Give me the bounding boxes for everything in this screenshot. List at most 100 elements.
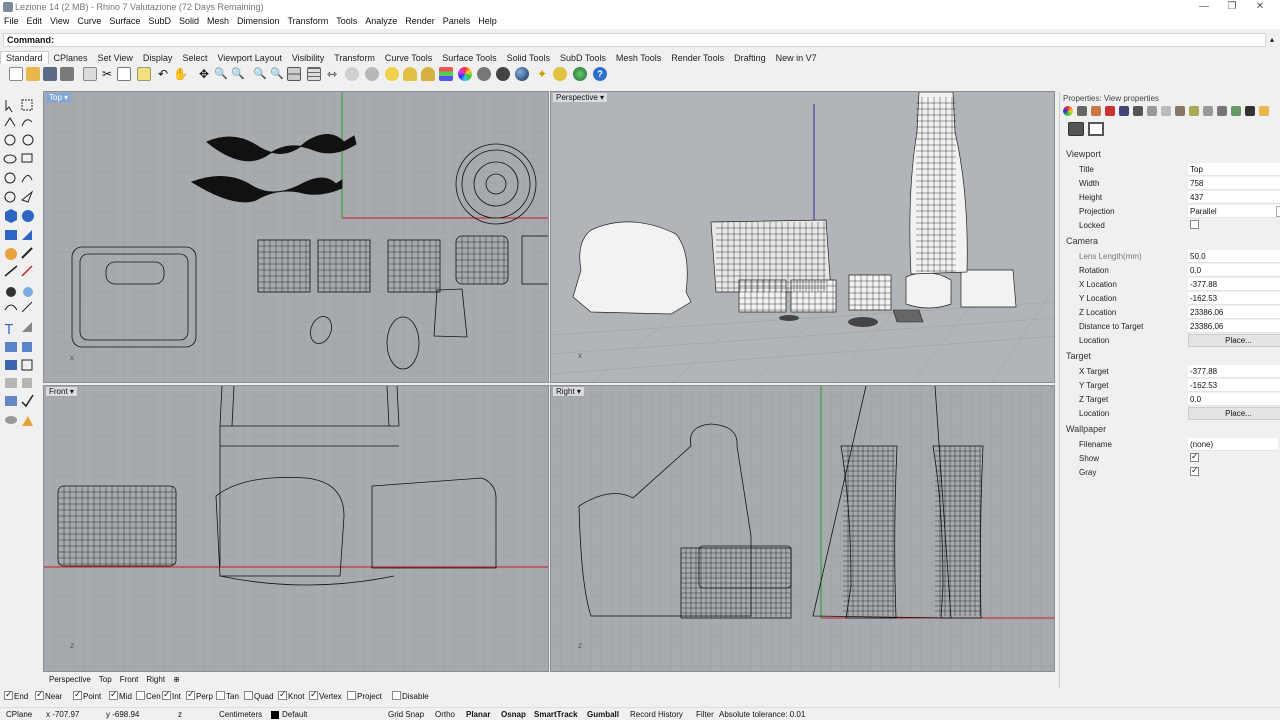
tab-set-view[interactable]: Set View [93,52,138,64]
height-field[interactable]: 437 [1188,191,1280,204]
status-osnap[interactable]: Osnap [501,710,526,719]
copy-icon[interactable] [117,67,131,81]
vptab-perspective[interactable]: Perspective [45,675,95,684]
lights-icon[interactable] [1175,106,1185,116]
locked-checkbox[interactable] [1190,220,1199,229]
status-gumball[interactable]: Gumball [587,710,619,719]
tab-viewport-layout[interactable]: Viewport Layout [212,52,286,64]
menu-help[interactable]: Help [474,15,501,26]
osnap-near[interactable]: Near [35,689,62,701]
tab-standard[interactable]: Standard [0,51,49,64]
print-icon[interactable] [60,67,74,81]
layers-icon[interactable] [1077,106,1087,116]
osnap-int[interactable]: Int [162,689,181,701]
named-cplanes-icon[interactable] [1217,106,1227,116]
menu-dimension[interactable]: Dimension [233,15,284,26]
hide-icon[interactable] [365,67,379,81]
projection-select[interactable]: Parallel [1188,205,1280,218]
status-smarttrack[interactable]: SmartTrack [534,710,578,719]
status-units[interactable]: Centimeters [219,710,262,719]
x-target-field[interactable]: -377.88 [1188,365,1280,378]
close-button[interactable]: ✕ [1246,0,1274,15]
materials-icon[interactable] [1105,106,1115,116]
vptab-top[interactable]: Top [95,675,116,684]
rotate-view-icon[interactable]: ✥ [197,67,211,81]
material-icon[interactable] [458,67,472,81]
tab-drafting[interactable]: Drafting [729,52,771,64]
pan-icon[interactable]: ✋ [173,67,188,81]
z-target-field[interactable]: 0.0 [1188,393,1280,406]
lens-field[interactable]: 50.0 [1188,250,1280,263]
snapshots-icon[interactable] [1245,106,1255,116]
status-ortho[interactable]: Ortho [435,710,455,719]
vptab-right[interactable]: Right [142,675,169,684]
gray-checkbox[interactable] [1190,465,1199,476]
tab-transform[interactable]: Transform [329,52,380,64]
grid-icon[interactable] [307,67,321,81]
cut-icon[interactable]: ✂ [100,67,114,81]
title-field[interactable]: Top [1188,163,1280,176]
y-target-field[interactable]: -162.53 [1188,379,1280,392]
new-icon[interactable] [9,67,23,81]
tab-display[interactable]: Display [138,52,178,64]
zoom-icon[interactable]: 🔍 [214,67,228,81]
tab-surface-tools[interactable]: Surface Tools [437,52,501,64]
filename-field[interactable]: (none) [1188,438,1278,451]
ground-plane-icon[interactable] [1133,106,1143,116]
display-icon[interactable] [1161,106,1171,116]
rotation-field[interactable]: 0.0 [1188,264,1280,277]
restore-button[interactable]: ❐ [1218,0,1246,15]
osnap-cen[interactable]: Cen [136,691,161,701]
environment-icon[interactable] [1119,106,1129,116]
osnap-vertex[interactable]: Vertex [309,689,342,701]
tab-visibility[interactable]: Visibility [287,52,329,64]
menu-surface[interactable]: Surface [105,15,144,26]
minimize-button[interactable]: — [1190,0,1218,15]
osnap-perp[interactable]: Perp [186,689,213,701]
open-icon[interactable] [26,67,40,81]
help-icon[interactable]: ? [593,67,607,81]
viewport-front[interactable]: z Front ▾ [43,385,549,672]
zoom-extents-icon[interactable]: 🔍 [253,67,267,81]
viewport-label-top[interactable]: Top ▾ [46,93,72,102]
save-icon[interactable] [43,67,57,81]
status-planar[interactable]: Planar [466,710,490,719]
import-icon[interactable] [83,67,97,81]
command-input[interactable]: Command: [3,33,1266,47]
lock-icon[interactable] [403,67,417,81]
osnap-quad[interactable]: Quad [244,691,274,701]
viewport-perspective[interactable]: x Perspective ▾ [550,91,1055,383]
menu-edit[interactable]: Edit [23,15,47,26]
projection-dropdown-icon[interactable]: ▾ [1276,206,1280,217]
tab-select[interactable]: Select [177,52,212,64]
show-checkbox[interactable] [1190,451,1199,462]
viewport-label-front[interactable]: Front ▾ [46,387,77,396]
layer-icon[interactable] [439,67,453,81]
textures-icon[interactable] [1231,106,1241,116]
tab-curve-tools[interactable]: Curve Tools [380,52,437,64]
menu-view[interactable]: View [46,15,73,26]
status-record-history[interactable]: Record History [630,710,683,719]
menu-solid[interactable]: Solid [175,15,203,26]
vptab-add-icon[interactable]: ⊕ [169,675,184,684]
tab-cplanes[interactable]: CPlanes [49,52,93,64]
zoom-window-icon[interactable]: 🔍 [231,67,245,81]
menu-panels[interactable]: Panels [439,15,475,26]
osnap-end[interactable]: End [4,689,28,701]
camera-place-button[interactable]: Place... [1188,334,1280,347]
viewport-label-perspective[interactable]: Perspective ▾ [553,93,608,102]
undo-icon[interactable]: ↶ [156,67,170,81]
left-tool-icons[interactable]: T [2,96,42,436]
help-panel-icon[interactable] [1147,106,1157,116]
paste-icon[interactable] [137,67,151,81]
show-icon[interactable] [385,67,399,81]
osnap-point[interactable]: Point [73,689,101,701]
status-cplane[interactable]: CPlane [6,710,32,719]
width-field[interactable]: 758 [1188,177,1280,190]
status-filter[interactable]: Filter [696,710,714,719]
menu-subd[interactable]: SubD [144,15,175,26]
named-views-icon[interactable] [1203,106,1213,116]
camera-icon[interactable] [1068,122,1084,136]
osnap-mid[interactable]: Mid [109,689,132,701]
shaded-icon[interactable] [496,67,510,81]
